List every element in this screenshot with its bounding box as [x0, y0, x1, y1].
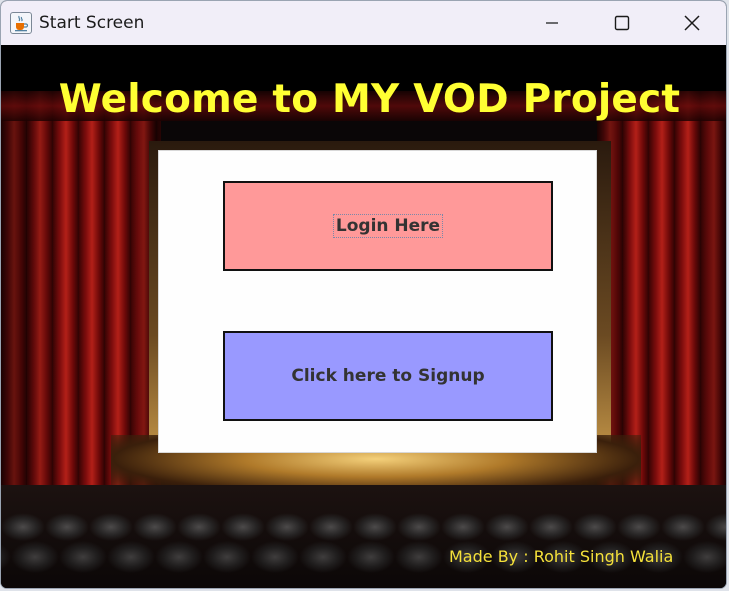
close-icon — [684, 15, 700, 31]
signup-button[interactable]: Click here to Signup — [223, 331, 553, 421]
welcome-heading: Welcome to MY VOD Project — [58, 77, 681, 122]
title-bar[interactable]: Start Screen — [1, 1, 726, 45]
close-button[interactable] — [657, 1, 726, 45]
login-button-label: Login Here — [332, 214, 444, 238]
minimize-icon — [546, 22, 558, 24]
author-credit: Made By : Rohit Singh Walia — [449, 547, 674, 566]
signup-button-label: Click here to Signup — [291, 366, 485, 386]
content-pane — [1, 45, 726, 588]
java-cup-icon — [10, 12, 32, 34]
login-button[interactable]: Login Here — [223, 181, 553, 271]
window-title: Start Screen — [39, 13, 145, 33]
app-window: Start Screen Welcome to MY VOD Project L… — [0, 0, 727, 589]
maximize-icon — [614, 15, 630, 31]
minimize-button[interactable] — [517, 1, 587, 45]
maximize-button[interactable] — [587, 1, 657, 45]
